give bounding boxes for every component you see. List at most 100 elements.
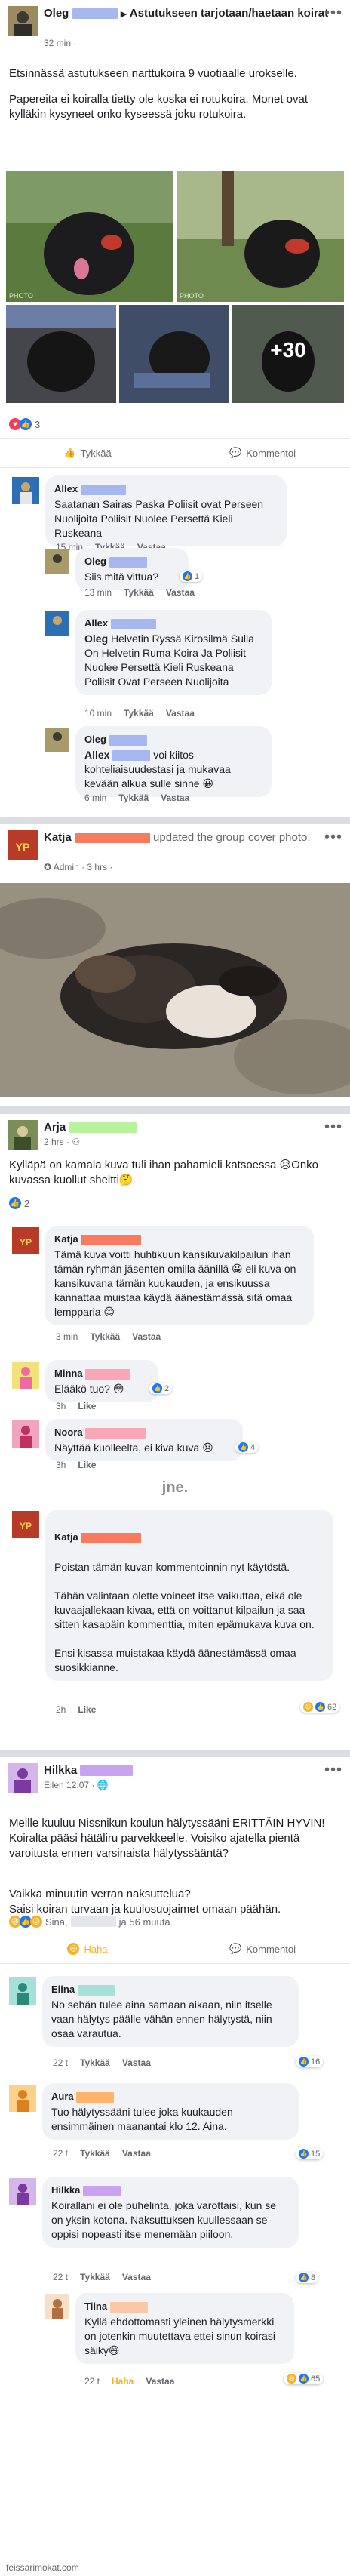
more-options-icon[interactable]: ••• [324,829,342,846]
comment-bubble: Allex Oleg Helvetin Ryssä Kirosilmä Sull… [75,610,272,695]
author-name[interactable]: Oleg [44,7,69,20]
comment-author[interactable]: Oleg [84,554,180,568]
comment-time[interactable]: 6 min [84,792,106,803]
comment-time[interactable]: 2h [56,1704,66,1715]
comment-haha-link[interactable]: Haha [112,2376,134,2387]
comment-time[interactable]: 3 min [56,1331,78,1342]
avatar[interactable] [8,1120,38,1150]
comment-like-link[interactable]: Tykkää [124,587,154,598]
post-photo[interactable]: PHOTO [6,171,173,302]
comment-time[interactable]: 3h [56,1401,66,1411]
comment-bubble: Oleg Siis mitä vittua? [75,548,189,590]
comment-author[interactable]: Aura [51,2089,290,2104]
comment-author[interactable]: Katja [54,1232,305,1246]
comment-reaction[interactable]: 👍 16 [296,2056,324,2067]
comment-author[interactable]: Tiina [84,2299,285,2313]
comment-button[interactable]: 💬 Kommentoi [175,1934,350,1963]
mention[interactable]: Oleg [84,632,108,645]
avatar[interactable] [45,728,69,752]
avatar[interactable] [45,549,69,574]
comment-like-link[interactable]: Tykkää [80,2272,110,2282]
post-time[interactable]: 2 hrs · [44,1137,69,1147]
author-name[interactable]: Katja [44,831,72,844]
comment-reply-link[interactable]: Vastaa [122,2148,151,2159]
avatar[interactable] [12,1420,39,1448]
avatar[interactable]: YP [12,1227,39,1254]
comment-reaction[interactable]: 👍 15 [296,2148,324,2159]
comment-reaction[interactable]: 👍 8 [296,2272,319,2283]
avatar[interactable] [12,477,39,504]
avatar[interactable]: YP [8,830,38,860]
comment-like-link[interactable]: Tykkää [80,2148,110,2159]
post-photo[interactable]: PHOTO [177,171,344,302]
comment-author[interactable]: Hilkka [51,2183,290,2197]
comment-author[interactable]: Oleg [84,732,262,746]
avatar[interactable] [45,611,69,636]
comment-reaction[interactable]: 😆 👍 62 [300,1701,340,1713]
redacted-name [70,1916,116,1927]
comment-like-link[interactable]: Tykkää [90,1331,120,1342]
comment-reaction[interactable]: 👍 2 [149,1383,173,1394]
cover-photo[interactable] [0,883,350,1097]
comment-like-link[interactable]: Like [78,1460,96,1470]
comment-reply-link[interactable]: Vastaa [161,792,189,803]
avatar[interactable]: YP [12,1511,39,1538]
post-photo-more[interactable]: +30 [232,305,344,403]
comment-reply-link[interactable]: Vastaa [132,1331,161,1342]
comment-reaction[interactable]: 👍 4 [235,1442,259,1453]
comment-author[interactable]: Katja [54,1530,324,1544]
avatar[interactable] [8,1763,38,1793]
comment-time[interactable]: 22 t [53,2272,68,2282]
author-name[interactable]: Arja [44,1121,66,1134]
more-options-icon[interactable]: ••• [324,5,342,22]
comment-reply-link[interactable]: Vastaa [122,2057,151,2068]
reaction-summary[interactable]: 👍 2 [9,1197,29,1209]
comment-reply-link[interactable]: Vastaa [146,2376,174,2387]
post-time[interactable]: 32 min [44,38,71,48]
post-photo[interactable] [6,305,116,403]
group-name[interactable]: Astutukseen tarjotaan/haetaan koirat [130,7,328,20]
avatar[interactable] [9,2085,36,2112]
comment-time[interactable]: 22 t [84,2376,100,2387]
comment-time[interactable]: 13 min [84,587,112,598]
avatar[interactable] [45,2294,69,2319]
author-name[interactable]: Hilkka [44,1764,77,1777]
comment-like-link[interactable]: Tykkää [118,792,149,803]
post-time[interactable]: Eilen 12.07 · [44,1780,94,1790]
comment-author[interactable]: Allex [84,616,262,630]
avatar[interactable] [12,1362,39,1389]
more-options-icon[interactable]: ••• [324,1762,342,1779]
comment-reply-link[interactable]: Vastaa [166,587,195,598]
haha-button[interactable]: 😆 Haha [0,1934,175,1963]
reaction-summary[interactable]: 😆 👍 😮 Sinä, ja 56 muuta [9,1916,170,1928]
comment-author[interactable]: Elina [51,1982,290,1996]
like-reaction-icon: 👍 [238,1442,248,1452]
comment: YP Katja Poistan tämän kuvan kommentoinn… [12,1510,344,1721]
comment-reaction[interactable]: 👍 1 [180,571,203,582]
comment-reply-link[interactable]: Vastaa [122,2272,151,2282]
comment-author[interactable]: Noora [54,1425,234,1439]
comment-author[interactable]: Allex [54,482,278,496]
comment-reply-link[interactable]: Vastaa [166,708,195,719]
comment-like-link[interactable]: Like [78,1401,96,1411]
post-photo[interactable] [119,305,229,403]
post-time[interactable]: Admin · 3 hrs · [54,862,113,873]
comment-time[interactable]: 22 t [53,2148,68,2159]
comment-text: Helvetin Ryssä Kirosilmä Sulla On Helvet… [84,632,254,688]
comment-time[interactable]: 22 t [53,2057,68,2068]
comment-time[interactable]: 10 min [84,708,112,719]
mention[interactable]: Allex [84,749,109,761]
reaction-summary[interactable]: ♥ 👍 3 [9,418,40,430]
comment-time[interactable]: 3h [56,1460,66,1470]
avatar[interactable] [9,1977,36,2005]
like-button[interactable]: 👍 Tykkää [0,439,175,467]
comment-button[interactable]: 💬 Kommentoi [175,439,350,467]
avatar[interactable] [8,6,38,36]
comment-like-link[interactable]: Tykkää [80,2057,110,2068]
comment-like-link[interactable]: Like [78,1704,96,1715]
avatar[interactable] [9,2178,36,2205]
comment-author[interactable]: Minna [54,1366,149,1380]
more-options-icon[interactable]: ••• [324,1119,342,1136]
comment-like-link[interactable]: Tykkää [124,708,154,719]
comment-reaction[interactable]: 😆 👍 65 [284,2373,324,2384]
